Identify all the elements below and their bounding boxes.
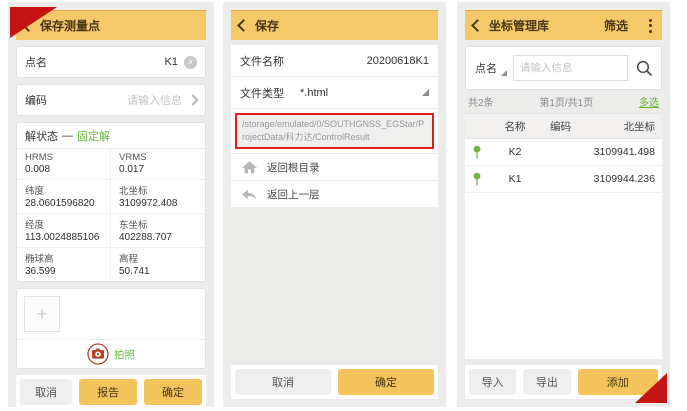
cell-name: K2 xyxy=(489,146,541,158)
solution-separator: — xyxy=(62,130,73,142)
bottombar-save-point: 取消 报告 确定 xyxy=(16,375,206,409)
photo-area: + xyxy=(17,289,205,339)
stat-vrms: VRMS 0.017 xyxy=(111,149,205,180)
titlebar-save: 保存 xyxy=(231,10,438,40)
page-title: 保存 xyxy=(255,17,279,34)
table-row[interactable]: K1 3109944.236 xyxy=(465,166,662,193)
file-name-value: 20200618K1 xyxy=(367,55,429,67)
point-pin-icon xyxy=(465,172,489,187)
file-type-field[interactable]: 文件类型 *.html xyxy=(231,77,438,109)
ok-button[interactable]: 确定 xyxy=(338,369,434,395)
col-name: 名称 xyxy=(489,119,541,134)
go-up-label: 返回上一层 xyxy=(267,187,320,202)
home-icon xyxy=(241,160,258,175)
table-row[interactable]: K2 3109941.498 xyxy=(465,139,662,166)
search-button[interactable] xyxy=(635,59,654,78)
cancel-button[interactable]: 取消 xyxy=(235,369,331,395)
go-root-item[interactable]: 返回根目录 xyxy=(231,154,438,181)
add-photo-placeholder[interactable]: + xyxy=(24,296,60,332)
back-arrow-icon xyxy=(241,188,258,201)
point-name-field[interactable]: 点名 K1 × xyxy=(16,46,206,78)
list-summary-row: 共2条 第1页/共1页 多选 xyxy=(465,90,662,113)
back-icon[interactable] xyxy=(471,19,484,32)
solution-stats-card: 解状态 — 固定解 HRMS 0.008 VRMS 0.017 纬度 28.06… xyxy=(16,122,206,282)
photo-card: + 拍照 xyxy=(16,288,206,369)
dropdown-triangle-icon[interactable] xyxy=(422,89,429,96)
stat-east: 东坐标 402288.707 xyxy=(111,214,205,248)
back-icon[interactable] xyxy=(237,19,250,32)
file-name-label: 文件名称 xyxy=(240,53,284,69)
file-name-field[interactable]: 文件名称 20200618K1 xyxy=(231,45,438,77)
overflow-menu-icon[interactable] xyxy=(647,17,654,35)
stat-latitude: 纬度 28.0601596820 xyxy=(17,180,111,214)
bottombar-save: 取消 确定 xyxy=(231,365,438,399)
current-path-section: /storage/emulated/0/SOUTHGNSS_EGStar/Pro… xyxy=(231,109,438,154)
bottombar-coordinate-library: 导入 导出 添加 xyxy=(465,365,662,399)
file-type-label: 文件类型 xyxy=(240,85,284,101)
current-path: /storage/emulated/0/SOUTHGNSS_EGStar/Pro… xyxy=(235,113,434,149)
take-photo-label: 拍照 xyxy=(114,347,135,362)
point-name-label: 点名 xyxy=(25,54,47,70)
cell-name: K1 xyxy=(489,173,541,185)
code-label: 编码 xyxy=(25,92,47,108)
solution-status-row: 解状态 — 固定解 xyxy=(17,123,205,149)
search-field-selector[interactable]: 点名 xyxy=(473,60,513,76)
screen-save-file: 保存 文件名称 20200618K1 文件类型 *.html /storage/… xyxy=(223,2,446,407)
report-button[interactable]: 报告 xyxy=(79,379,137,405)
import-button[interactable]: 导入 xyxy=(469,369,516,395)
dropdown-triangle-icon xyxy=(501,70,507,76)
code-placeholder: 请输入信息 xyxy=(127,92,182,108)
cell-north: 3109941.498 xyxy=(580,146,662,158)
page-title: 坐标管理库 xyxy=(489,17,549,34)
chevron-right-icon xyxy=(187,94,198,105)
stat-hrms: HRMS 0.008 xyxy=(17,149,111,180)
point-name-value: K1 xyxy=(165,56,178,68)
ok-button[interactable]: 确定 xyxy=(144,379,202,405)
empty-file-list xyxy=(231,208,438,359)
code-field[interactable]: 编码 请输入信息 xyxy=(16,84,206,116)
export-button[interactable]: 导出 xyxy=(523,369,570,395)
solution-value: 固定解 xyxy=(77,128,110,144)
stat-ellipsoid-height: 椭球高 36.599 xyxy=(17,248,111,281)
go-root-label: 返回根目录 xyxy=(267,160,320,175)
add-button[interactable]: 添加 xyxy=(578,369,658,395)
multi-select-link[interactable]: 多选 xyxy=(639,94,659,109)
save-form: 文件名称 20200618K1 文件类型 *.html /storage/emu… xyxy=(231,45,438,208)
screen-coordinate-library: 坐标管理库 筛选 点名 共2条 第1页/共1页 多选 名称 编码 北坐标 xyxy=(457,2,670,407)
search-icon xyxy=(635,59,654,78)
cancel-button[interactable]: 取消 xyxy=(20,379,72,405)
search-input[interactable] xyxy=(513,55,628,81)
take-photo-button[interactable]: 拍照 xyxy=(17,339,205,368)
col-north: 北坐标 xyxy=(580,119,662,134)
clear-icon[interactable]: × xyxy=(184,56,197,69)
total-count: 共2条 xyxy=(468,94,494,109)
titlebar-coordinate-library: 坐标管理库 筛选 xyxy=(465,10,662,40)
file-type-value: *.html xyxy=(300,87,328,99)
cell-north: 3109944.236 xyxy=(580,173,662,185)
table-header: 名称 编码 北坐标 xyxy=(465,114,662,139)
search-bar: 点名 xyxy=(465,46,662,90)
filter-button[interactable]: 筛选 xyxy=(604,17,628,34)
stat-north: 北坐标 3109972.408 xyxy=(111,180,205,214)
page-indicator: 第1页/共1页 xyxy=(494,94,639,109)
stat-longitude: 经度 113.0024885106 xyxy=(17,214,111,248)
coordinate-stats-grid: HRMS 0.008 VRMS 0.017 纬度 28.0601596820 北… xyxy=(17,149,205,281)
search-field-label: 点名 xyxy=(475,60,497,76)
page-title: 保存测量点 xyxy=(40,17,100,34)
stat-elevation: 高程 50.741 xyxy=(111,248,205,281)
camera-icon xyxy=(87,343,109,365)
screen-save-point: 保存测量点 点名 K1 × 编码 请输入信息 解状态 — 固定解 HRMS 0.… xyxy=(8,2,214,407)
points-table: 名称 编码 北坐标 K2 3109941.498 K1 xyxy=(465,113,662,359)
go-up-item[interactable]: 返回上一层 xyxy=(231,181,438,208)
solution-label: 解状态 xyxy=(25,128,58,144)
col-code: 编码 xyxy=(541,119,580,134)
point-pin-icon xyxy=(465,145,489,160)
